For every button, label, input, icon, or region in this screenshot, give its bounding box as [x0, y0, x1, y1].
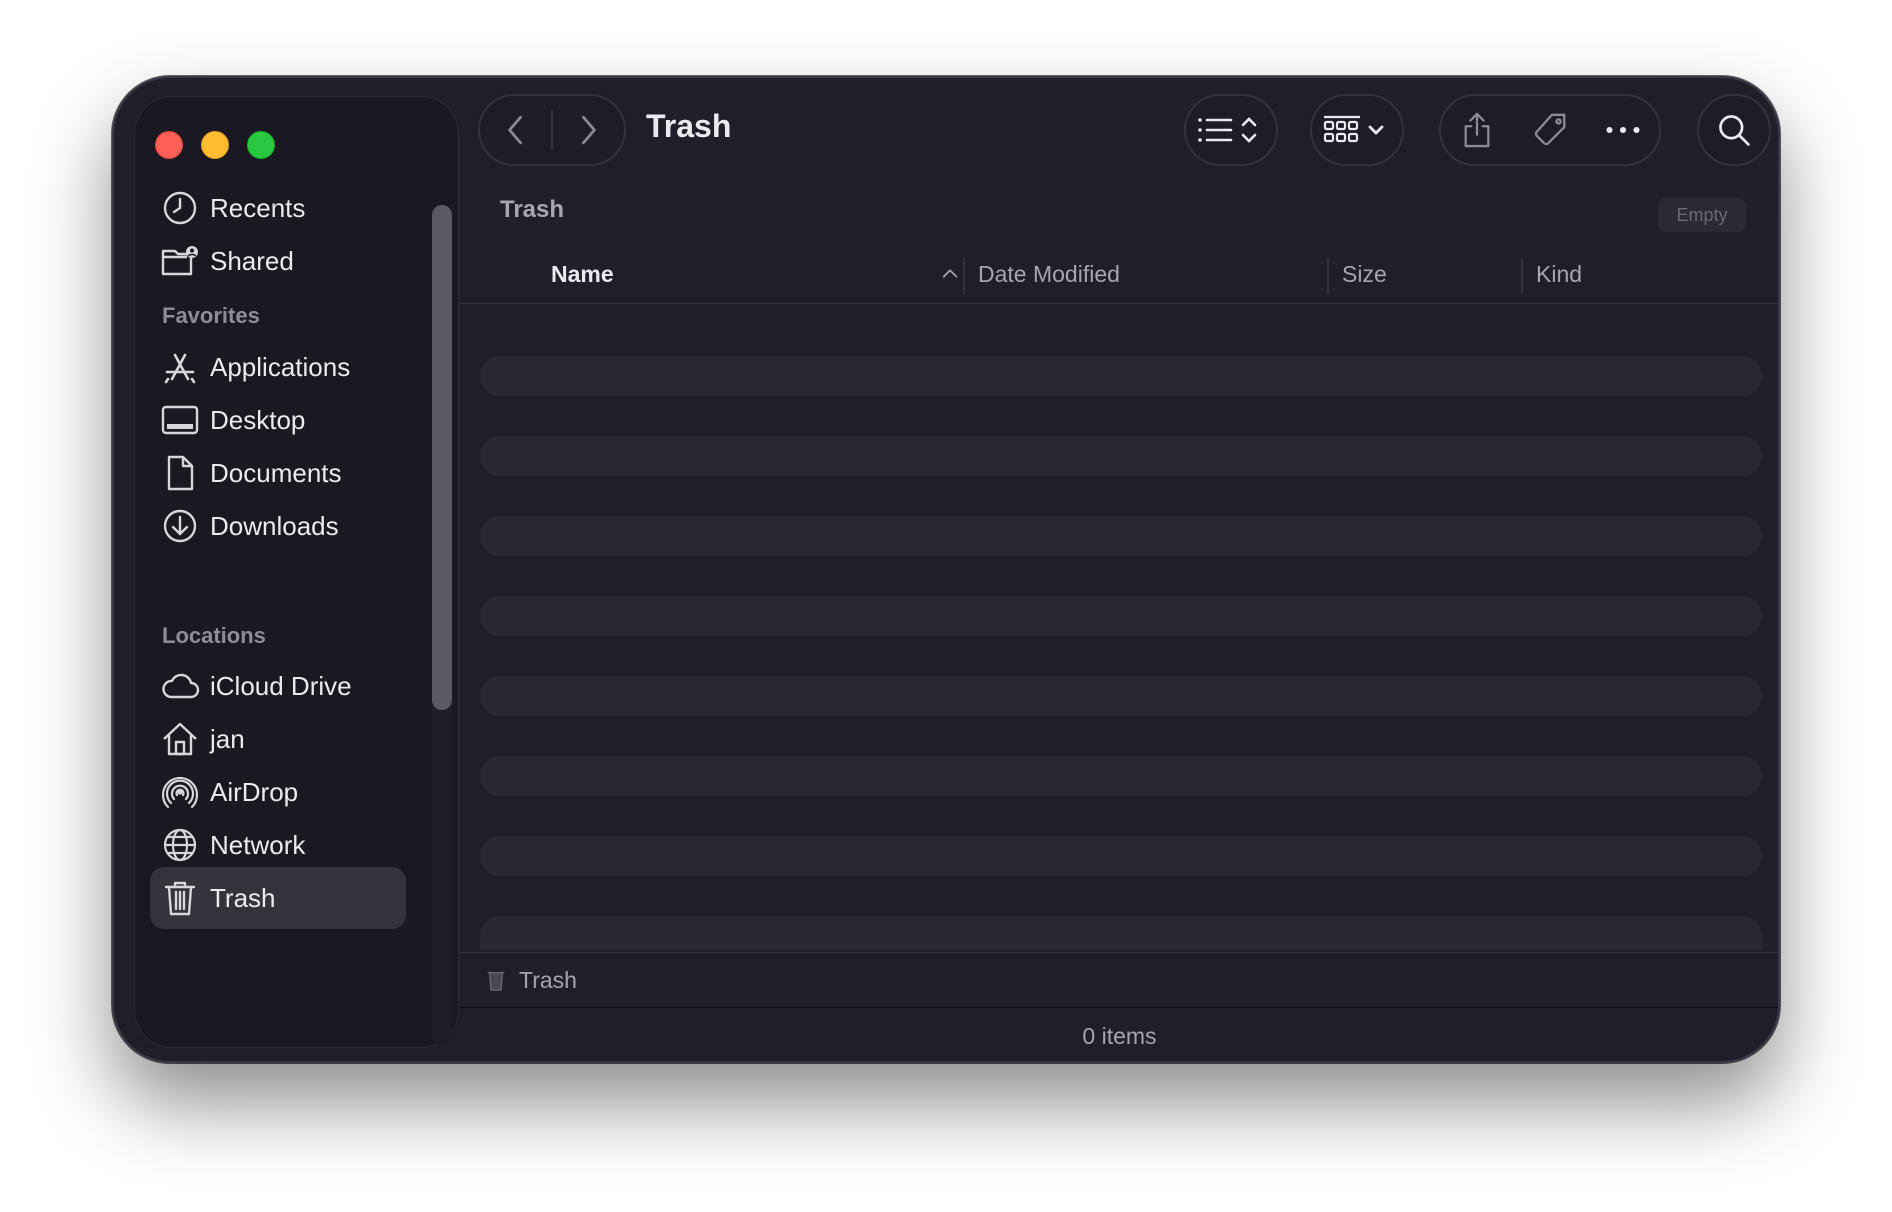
column-divider[interactable]	[963, 258, 965, 294]
sort-ascending-icon	[942, 269, 958, 278]
empty-row-stripe	[480, 356, 1762, 396]
trash-icon	[150, 867, 210, 929]
column-header-row: Name Date Modified Size Kind	[459, 244, 1778, 304]
column-size-label: Size	[1342, 260, 1387, 287]
path-bar: Trash	[459, 952, 1778, 1008]
sidebar-item-trash[interactable]: Trash	[150, 867, 406, 929]
sidebar-item-label: Downloads	[210, 510, 339, 541]
chevron-left-icon	[507, 115, 522, 145]
column-date-modified[interactable]: Date Modified	[978, 244, 1328, 304]
empty-trash-button[interactable]: Empty	[1658, 198, 1746, 232]
empty-row-stripe	[480, 596, 1762, 636]
empty-row-stripe	[480, 836, 1762, 876]
sidebar-item-label: Shared	[210, 245, 294, 276]
sidebar-item-label: Trash	[210, 882, 276, 913]
minimize-button[interactable]	[201, 131, 229, 159]
share-button[interactable]	[1441, 96, 1514, 164]
item-count: 0 items	[1082, 1022, 1157, 1049]
column-name[interactable]: Name	[551, 244, 941, 304]
empty-row-stripe	[480, 676, 1762, 716]
finder-window: Recents Shared Favorites Applications De…	[112, 76, 1780, 1063]
sidebar-item-label: AirDrop	[210, 776, 299, 807]
chevron-right-icon	[582, 115, 597, 145]
share-icon	[1464, 112, 1490, 148]
more-button[interactable]	[1586, 96, 1659, 164]
column-divider[interactable]	[1521, 258, 1523, 294]
sidebar-item-label: Documents	[210, 457, 342, 488]
view-mode-button[interactable]	[1184, 94, 1278, 166]
column-divider[interactable]	[1327, 258, 1329, 294]
sidebar-item-label: Network	[210, 829, 306, 860]
sidebar-item-label: iCloud Drive	[210, 670, 352, 701]
sidebar-scrollbar-thumb[interactable]	[432, 205, 452, 710]
column-date-label: Date Modified	[978, 260, 1120, 287]
search-icon	[1719, 115, 1750, 146]
back-button[interactable]	[480, 96, 551, 164]
sidebar-item-label: Desktop	[210, 404, 306, 435]
empty-row-stripe	[480, 916, 1762, 950]
column-kind[interactable]: Kind	[1536, 244, 1776, 304]
path-bar-item-trash[interactable]: Trash	[519, 967, 577, 994]
sidebar-item-label: jan	[210, 723, 245, 754]
list-view-icon	[1198, 117, 1257, 143]
close-button[interactable]	[155, 131, 183, 159]
sidebar-item-downloads[interactable]: Downloads	[150, 495, 406, 557]
trash-icon	[485, 968, 507, 992]
column-name-label: Name	[551, 260, 614, 287]
column-kind-label: Kind	[1536, 260, 1583, 287]
sidebar-scrollbar[interactable]	[432, 205, 452, 1045]
window-title: Trash	[646, 108, 732, 144]
section-heading-favorites: Favorites	[162, 303, 260, 328]
sidebar-item-shared[interactable]: Shared	[150, 230, 406, 292]
sidebar: Recents Shared Favorites Applications De…	[134, 96, 459, 1048]
group-by-button[interactable]	[1310, 94, 1404, 166]
empty-row-stripe	[480, 436, 1762, 476]
status-bar: 0 items	[459, 1009, 1778, 1061]
forward-button[interactable]	[553, 96, 624, 164]
maximize-button[interactable]	[247, 131, 275, 159]
sidebar-item-label: Applications	[210, 351, 351, 382]
column-size[interactable]: Size	[1342, 244, 1522, 304]
download-icon	[150, 495, 210, 557]
search-button[interactable]	[1697, 94, 1771, 166]
tag-icon	[1534, 113, 1566, 146]
actions-group	[1439, 94, 1661, 166]
group-grid-icon	[1323, 115, 1384, 143]
more-icon	[1606, 126, 1640, 134]
tag-button[interactable]	[1514, 96, 1587, 164]
shared-folder-icon	[150, 230, 210, 292]
empty-row-stripe	[480, 756, 1762, 796]
empty-row-stripe	[480, 516, 1762, 556]
navigation-group	[478, 94, 626, 166]
sidebar-item-label: Recents	[210, 192, 306, 223]
folder-heading: Trash	[500, 196, 565, 223]
section-heading-locations: Locations	[162, 623, 266, 648]
